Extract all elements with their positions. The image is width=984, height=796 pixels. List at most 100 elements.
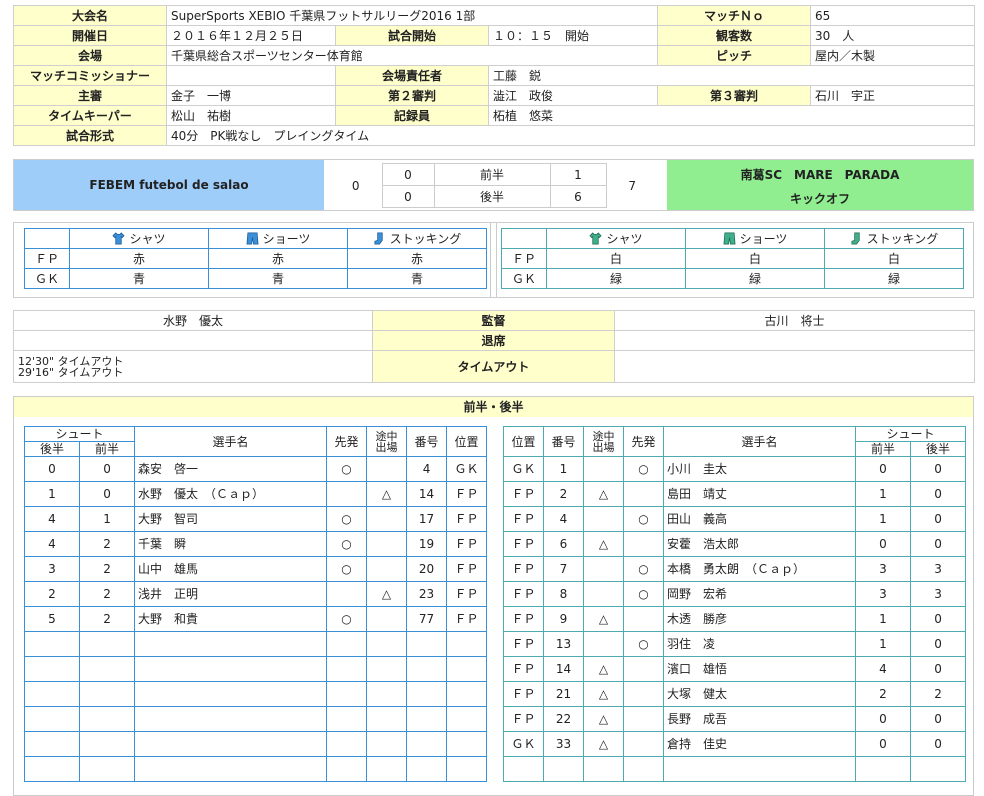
home-timeouts: 12'30" タイムアウト 29'16" タイムアウト — [13, 350, 373, 383]
table-row: 4 2 千葉 瞬 ○ 19 ＦＰ — [24, 531, 488, 557]
player-pos: ＦＰ — [446, 556, 488, 582]
player-sub — [366, 506, 408, 532]
player-no: 14 — [543, 656, 584, 682]
player-sub — [366, 456, 408, 482]
away-dismissal — [614, 330, 975, 351]
commissioner-value — [166, 65, 336, 86]
player-s2: 2 — [909, 681, 967, 707]
date-value: ２０１６年１２月２５日 — [166, 25, 336, 46]
away-roster-table: 位置 番号 途中 出場 先発 選手名 シュート 前半 後半 ＧＫ 1 ○ 小川 圭太 0 0… — [503, 426, 967, 782]
shorts-label: ショーツ — [262, 232, 311, 246]
table-row — [24, 706, 488, 732]
player-no: 13 — [543, 631, 584, 657]
player-name — [134, 656, 328, 682]
player-start — [326, 731, 368, 757]
player-s2: 0 — [909, 481, 967, 507]
player-sub — [366, 606, 408, 632]
player-pos — [446, 756, 488, 782]
player-sub — [366, 656, 408, 682]
player-pos: ＦＰ — [446, 481, 488, 507]
player-sub — [366, 756, 408, 782]
player-start: ○ — [326, 531, 368, 557]
table-row: 5 2 大野 和貴 ○ 77 ＦＰ — [24, 606, 488, 632]
player-s2 — [24, 681, 80, 707]
player-start: ○ — [623, 581, 664, 607]
player-s1: 0 — [855, 706, 911, 732]
player-s1: 4 — [855, 656, 911, 682]
venue-value: 千葉県総合スポーツセンター体育館 — [165, 45, 659, 66]
player-start — [326, 756, 368, 782]
player-no — [406, 656, 448, 682]
home-second-half-score: 0 — [381, 185, 435, 208]
table-row: 0 0 森安 啓一 ○ 4 ＧＫ — [24, 456, 488, 482]
shorts-icon — [246, 232, 259, 245]
player-start — [326, 681, 368, 707]
player-no: 14 — [406, 481, 448, 507]
sub-header: 途中 出場 — [366, 426, 408, 457]
name-header: 選手名 — [663, 426, 856, 457]
coach-label: 監督 — [372, 310, 615, 331]
player-s1: 2 — [78, 531, 136, 557]
player-no: 1 — [543, 456, 584, 482]
format-value: 40分 PK戦なし プレイングタイム — [165, 125, 976, 146]
player-s1: 2 — [855, 681, 911, 707]
table-row: 3 2 山中 雄馬 ○ 20 ＦＰ — [24, 556, 488, 582]
away-fp-shirt: 白 — [546, 248, 686, 269]
referee3-label: 第３審判 — [657, 85, 812, 106]
player-start: ○ — [326, 506, 368, 532]
home-dismissal — [13, 330, 373, 351]
player-name: 島田 靖丈 — [663, 481, 856, 507]
fp-label: ＦＰ — [24, 248, 70, 269]
away-shorts-header: ショーツ — [685, 228, 825, 249]
sub-header-line2: 出場 — [592, 440, 615, 454]
player-s1: 2 — [78, 556, 136, 582]
score-grid: 0 0 前半 1 7 0 後半 6 — [330, 163, 658, 208]
referee2-label: 第２審判 — [335, 85, 489, 106]
kickoff-note: キックオフ — [789, 192, 850, 206]
player-start — [326, 656, 368, 682]
sub-header: 途中 出場 — [583, 426, 624, 457]
player-s2 — [24, 656, 80, 682]
player-s2 — [24, 731, 80, 757]
player-s2: 1 — [24, 481, 80, 507]
player-name — [134, 706, 328, 732]
away-second-half-score: 6 — [549, 185, 607, 208]
player-name: 倉持 佳史 — [663, 731, 856, 757]
pitch-value: 屋内／木製 — [810, 45, 976, 66]
player-name: 大野 智司 — [134, 506, 328, 532]
player-start — [623, 681, 664, 707]
player-no — [406, 631, 448, 657]
player-name — [663, 756, 856, 782]
player-s2 — [24, 706, 80, 732]
table-row — [24, 631, 488, 657]
player-pos: ＧＫ — [446, 456, 488, 482]
player-sub — [583, 506, 624, 532]
player-pos: ＦＰ — [446, 581, 488, 607]
player-start: ○ — [623, 456, 664, 482]
player-pos — [446, 631, 488, 657]
first-half-shoot-header: 前半 — [78, 441, 136, 457]
sub-header-line1: 途中 — [375, 429, 398, 443]
tournament-value: SuperSports XEBIO 千葉県フットサルリーグ2016 1部 — [165, 5, 659, 26]
player-name: 大野 和貴 — [134, 606, 328, 632]
player-name: 本橋 勇太朗 （Ｃａｐ） — [663, 556, 856, 582]
player-sub: △ — [366, 581, 408, 607]
table-row — [503, 756, 967, 782]
player-start: ○ — [326, 556, 368, 582]
table-row: ＦＰ 22 △ 長野 成吾 0 0 — [503, 706, 967, 732]
away-shirt-header: シャツ — [546, 228, 686, 249]
player-no: 6 — [543, 531, 584, 557]
table-row: ＦＰ 13 ○ 羽住 凌10 — [503, 631, 967, 657]
sub-header-line1: 途中 — [592, 429, 615, 443]
player-sub — [366, 531, 408, 557]
home-uniform-panel: シャツ ショーツ ストッキング ＦＰ 赤 赤 赤 ＧＫ 青 青 青 — [13, 222, 497, 298]
player-start — [623, 656, 664, 682]
referee-label: 主審 — [13, 85, 167, 106]
player-no — [406, 756, 448, 782]
home-fp-shorts: 赤 — [208, 248, 348, 269]
staff-table: 水野 優太 監督 古川 将士 退席 12'30" タイムアウト 29'16" タ… — [13, 310, 975, 383]
player-s2: 0 — [909, 631, 967, 657]
player-sub — [366, 681, 408, 707]
second-half-shoot-header: 後半 — [24, 441, 80, 457]
player-pos: ＦＰ — [503, 581, 544, 607]
